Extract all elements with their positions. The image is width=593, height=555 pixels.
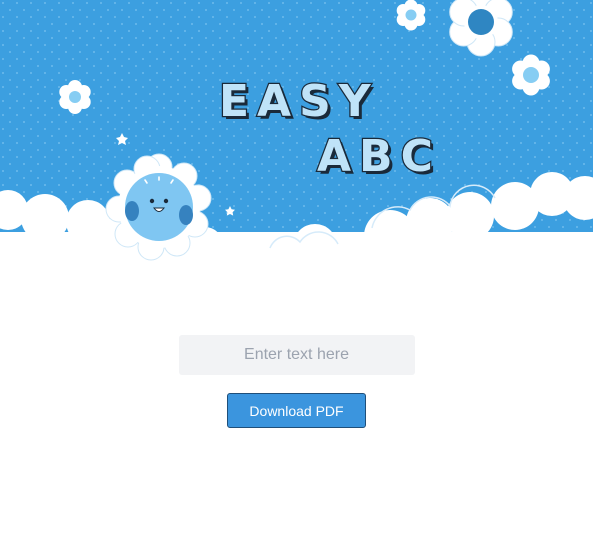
- download-pdf-button[interactable]: Download PDF: [227, 393, 366, 428]
- title-line1: EASY: [219, 76, 379, 127]
- page: EASY EASY ABC ABC Enter text here Downlo…: [0, 0, 593, 555]
- title-line2: ABC: [317, 131, 441, 182]
- hero-banner: EASY EASY ABC ABC: [0, 0, 593, 275]
- hero-illustration: EASY EASY ABC ABC: [0, 0, 593, 275]
- download-form: Download PDF: [0, 335, 593, 428]
- text-input[interactable]: [178, 335, 415, 375]
